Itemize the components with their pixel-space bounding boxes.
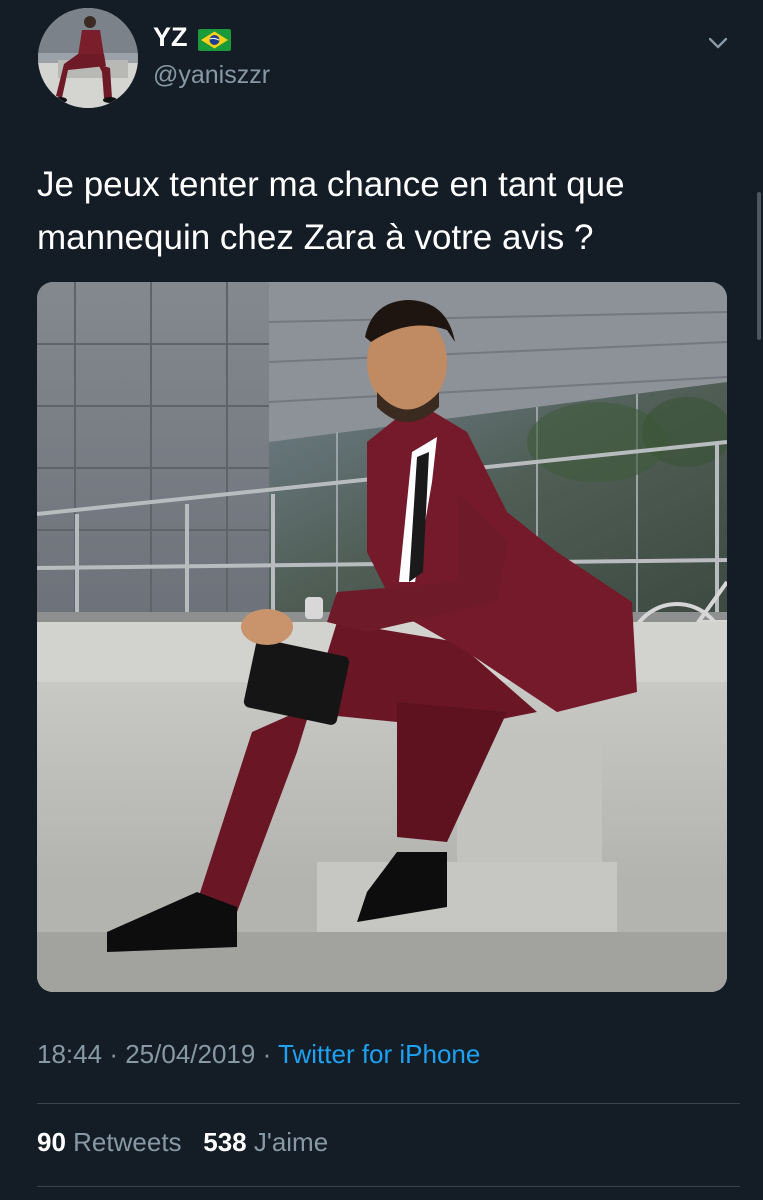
- tweet-meta: 18:44 · 25/04/2019 · Twitter for iPhone: [37, 1039, 480, 1070]
- likes-stat[interactable]: 538 J'aime: [203, 1127, 328, 1157]
- divider: [37, 1186, 740, 1187]
- retweets-label: Retweets: [73, 1127, 182, 1157]
- tweet-photo[interactable]: [37, 282, 727, 992]
- retweets-count: 90: [37, 1127, 66, 1157]
- divider: [37, 1103, 740, 1104]
- author-handle[interactable]: @yaniszzr: [153, 61, 270, 90]
- author-name-row[interactable]: YZ: [153, 22, 231, 53]
- avatar[interactable]: [38, 8, 138, 108]
- meta-separator: ·: [109, 1039, 118, 1069]
- tweet-text-line-2: mannequin chez Zara à votre avis ?: [37, 218, 594, 257]
- scrollbar[interactable]: [757, 192, 761, 340]
- chevron-down-icon[interactable]: [705, 30, 731, 56]
- likes-label: J'aime: [253, 1127, 329, 1157]
- tweet-source-link[interactable]: Twitter for iPhone: [278, 1039, 480, 1069]
- tweet-text-line-1: Je peux tenter ma chance en tant que: [37, 165, 625, 204]
- brazil-flag-icon: [197, 27, 231, 51]
- retweets-stat[interactable]: 90 Retweets: [37, 1127, 189, 1157]
- tweet-stats: 90 Retweets 538 J'aime: [37, 1127, 328, 1158]
- meta-separator: ·: [262, 1039, 272, 1069]
- author-display-name[interactable]: YZ: [153, 22, 188, 53]
- tweet-date: 25/04/2019: [125, 1039, 256, 1069]
- tweet-text: Je peux tenter ma chance en tant que man…: [37, 158, 727, 264]
- tweet-time: 18:44: [37, 1039, 103, 1069]
- likes-count: 538: [203, 1127, 247, 1157]
